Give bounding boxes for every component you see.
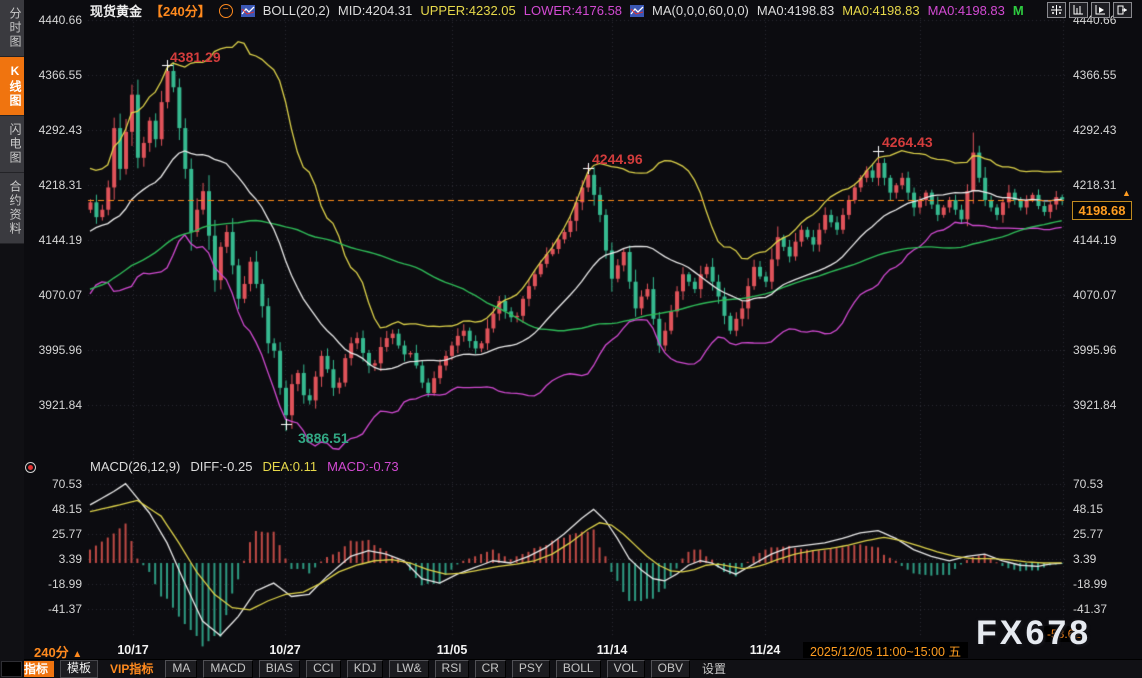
macd-header: MACD(26,12,9) DIFF:-0.25 DEA:0.11 MACD:-… — [90, 459, 399, 474]
ma0-yellow-value: MA0:4198.83 — [842, 3, 919, 18]
macd-axis-label: 3.39 — [24, 552, 82, 566]
toolbar-item-VOL[interactable]: VOL — [607, 660, 645, 678]
price-axis-label: 4144.19 — [1073, 233, 1131, 247]
ma-indicator-icon[interactable] — [630, 5, 644, 17]
price-axis-label: 4144.19 — [24, 233, 82, 247]
price-axis-label: 4070.07 — [1073, 288, 1131, 302]
price-extremum-label: 4264.43 — [882, 134, 933, 150]
ma-label: MA(0,0,0,60,0,0) — [652, 3, 749, 18]
price-axis-label: 4070.07 — [24, 288, 82, 302]
toolbar-item-LW&[interactable]: LW& — [389, 660, 428, 678]
current-bar-range-label: 2025/12/05 11:00~15:00 五 — [803, 642, 968, 658]
macd-axis-label: 3.39 — [1073, 552, 1131, 566]
macd-axis-label: 25.77 — [1073, 527, 1131, 541]
symbol-name: 现货黄金 — [90, 1, 142, 20]
price-extremum-label: 4381.29 — [170, 49, 221, 65]
macd-dea-value: DEA:0.11 — [262, 459, 317, 474]
chart-type-tabs: 分时图K线图闪电图合约资料 — [0, 0, 24, 244]
macd-axis-label: -18.99 — [1073, 577, 1131, 591]
pan-icon[interactable] — [1047, 2, 1066, 18]
date-label: 10/17 — [117, 643, 148, 657]
ma0-white-value: MA0:4198.83 — [757, 3, 834, 18]
price-extremum-label: 3886.51 — [298, 430, 349, 446]
date-label: 11/05 — [437, 643, 468, 657]
macd-diff-value: DIFF:-0.25 — [190, 459, 252, 474]
toolbar-item-RSI[interactable]: RSI — [435, 660, 469, 678]
toolbar-item-设置[interactable]: 设置 — [696, 661, 732, 677]
toolbar-item-PSY[interactable]: PSY — [512, 660, 550, 678]
macd-macd-value: MACD:-0.73 — [327, 459, 399, 474]
trading-app-window: 分时图K线图闪电图合约资料 现货黄金 【240分】 − BOLL(20,2) M… — [0, 0, 1142, 678]
price-chart-canvas[interactable] — [0, 0, 1142, 678]
date-label: 10/27 — [269, 643, 300, 657]
boll-mid-value: MID:4204.31 — [338, 3, 412, 18]
price-axis-label: 3921.84 — [1073, 398, 1131, 412]
exit-fullscreen-icon[interactable] — [1113, 2, 1132, 18]
price-axis-label: 4292.43 — [1073, 123, 1131, 137]
price-axis-label: 4292.43 — [24, 123, 82, 137]
price-up-arrow-icon: ▲ — [1122, 188, 1131, 198]
price-axis-label: 3995.96 — [1073, 343, 1131, 357]
macd-axis-label: 70.53 — [24, 477, 82, 491]
toolbar-item-模板[interactable]: 模板 — [60, 660, 98, 678]
macd-axis-label: 48.15 — [24, 502, 82, 516]
price-axis-label: 3921.84 — [24, 398, 82, 412]
macd-title: MACD(26,12,9) — [90, 459, 180, 474]
sidebar-tab-合约资料[interactable]: 合约资料 — [0, 173, 24, 244]
price-axis-label: 3995.96 — [24, 343, 82, 357]
toolbar-item-MACD[interactable]: MACD — [203, 660, 252, 678]
sidebar-tab-K线图[interactable]: K线图 — [0, 57, 24, 116]
current-price-tag: 4198.68 — [1072, 201, 1132, 220]
price-axis-label: 4440.66 — [24, 13, 82, 27]
ma-m-value: M — [1013, 3, 1024, 18]
fx678-watermark: FX678 — [976, 614, 1091, 653]
macd-axis-label: -41.37 — [24, 602, 82, 616]
toolbar-item-BIAS[interactable]: BIAS — [259, 660, 300, 678]
price-axis-label: 4366.55 — [1073, 68, 1131, 82]
toolbar-item-OBV[interactable]: OBV — [651, 660, 690, 678]
macd-axis-label: 25.77 — [24, 527, 82, 541]
toolbar-item-CR[interactable]: CR — [475, 660, 506, 678]
ma0-magenta-value: MA0:4198.83 — [928, 3, 1005, 18]
date-label: 11/24 — [750, 643, 781, 657]
toolbar-item-BOLL[interactable]: BOLL — [556, 660, 601, 678]
price-axis-label: 4366.55 — [24, 68, 82, 82]
period-label[interactable]: 【240分】 — [150, 1, 211, 20]
corner-widget[interactable] — [1, 661, 22, 677]
boll-label: BOLL(20,2) — [263, 3, 330, 18]
indicator-toolbar: 指标模板VIP指标MAMACDBIASCCIKDJLW&RSICRPSYBOLL… — [0, 659, 1142, 678]
toolbar-item-VIP指标[interactable]: VIP指标 — [104, 661, 159, 677]
date-label: 11/14 — [597, 643, 628, 657]
zoom-out-icon[interactable] — [1091, 2, 1110, 18]
boll-indicator-icon[interactable] — [241, 5, 255, 17]
time-axis: 240分 ▲ 2025/12/05 11:00~15:00 五 10/1710/… — [0, 641, 1142, 659]
price-axis-label: 4218.31 — [24, 178, 82, 192]
indicator-header: 现货黄金 【240分】 − BOLL(20,2) MID:4204.31 UPP… — [90, 2, 1024, 19]
macd-panel-dot-icon[interactable] — [25, 462, 36, 473]
boll-upper-value: UPPER:4232.05 — [420, 3, 515, 18]
price-extremum-label: 4244.96 — [592, 151, 643, 167]
macd-axis-label: 48.15 — [1073, 502, 1131, 516]
toolbar-item-CCI[interactable]: CCI — [306, 660, 341, 678]
chart-toolbuttons — [1047, 2, 1132, 18]
zoom-in-icon[interactable] — [1069, 2, 1088, 18]
boll-lower-value: LOWER:4176.58 — [524, 3, 622, 18]
sidebar-tab-分时图[interactable]: 分时图 — [0, 0, 24, 57]
collapse-circle-icon[interactable]: − — [219, 4, 233, 18]
macd-axis-label: 70.53 — [1073, 477, 1131, 491]
macd-axis-label: -18.99 — [24, 577, 82, 591]
toolbar-item-MA[interactable]: MA — [165, 660, 197, 678]
sidebar-tab-闪电图[interactable]: 闪电图 — [0, 116, 24, 173]
toolbar-item-KDJ[interactable]: KDJ — [347, 660, 384, 678]
chart-type-sidebar: 分时图K线图闪电图合约资料 — [0, 0, 24, 678]
